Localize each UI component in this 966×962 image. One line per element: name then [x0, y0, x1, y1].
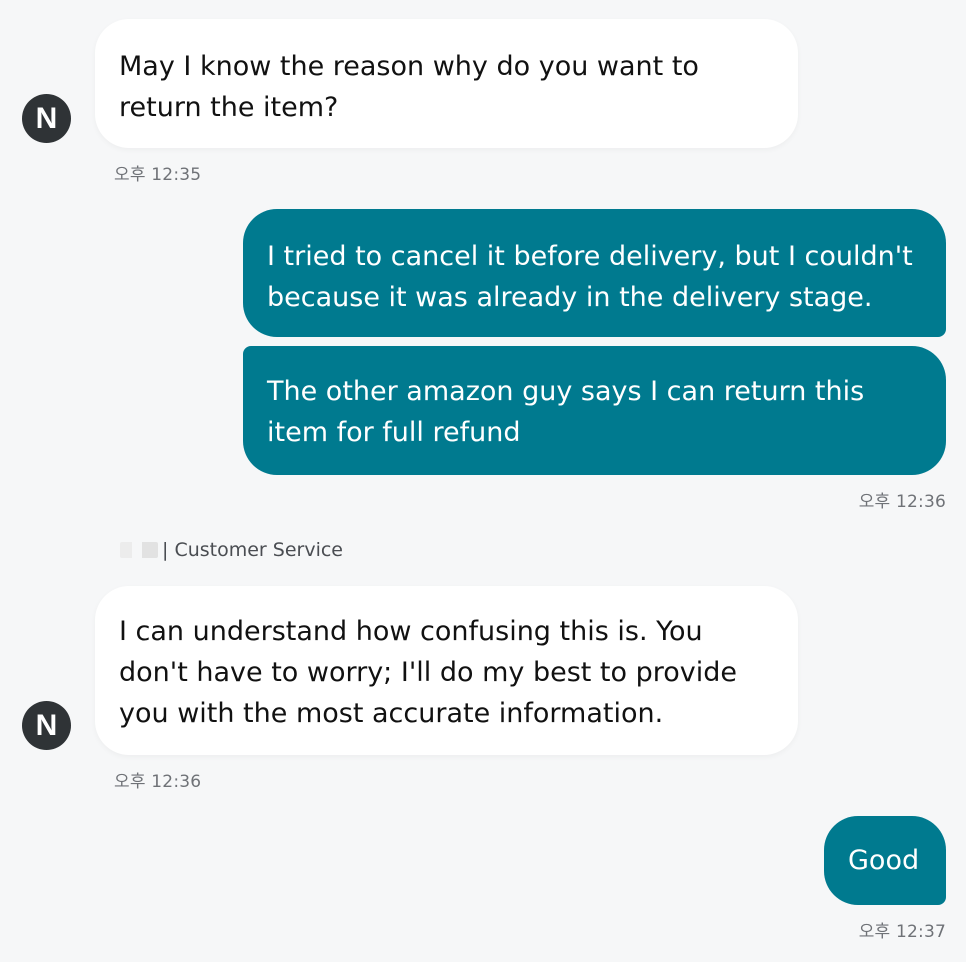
message-timestamp: 오후 12:37: [858, 922, 946, 942]
message-timestamp: 오후 12:35: [114, 165, 202, 185]
avatar-letter: N: [35, 709, 58, 742]
message-timestamp: 오후 12:36: [114, 772, 202, 792]
avatar-letter: N: [35, 102, 58, 135]
redacted-agent-name: [120, 542, 158, 558]
message-text: I tried to cancel it before delivery, bu…: [267, 241, 913, 313]
message-text: The other amazon guy says I can return t…: [267, 376, 865, 448]
agent-avatar: N: [22, 701, 71, 750]
user-message-bubble: Good: [824, 816, 946, 905]
agent-name-label: | Customer Service: [120, 539, 343, 561]
agent-message-bubble: I can understand how confusing this is. …: [95, 586, 798, 755]
user-message-bubble: The other amazon guy says I can return t…: [243, 346, 946, 475]
message-text: Good: [848, 845, 920, 876]
message-text: I can understand how confusing this is. …: [119, 616, 738, 729]
agent-avatar: N: [22, 94, 71, 143]
agent-message-bubble: May I know the reason why do you want to…: [95, 19, 798, 148]
agent-role-text: | Customer Service: [162, 539, 343, 561]
user-message-bubble: I tried to cancel it before delivery, bu…: [243, 209, 946, 337]
message-text: May I know the reason why do you want to…: [119, 51, 699, 123]
message-timestamp: 오후 12:36: [858, 492, 946, 512]
